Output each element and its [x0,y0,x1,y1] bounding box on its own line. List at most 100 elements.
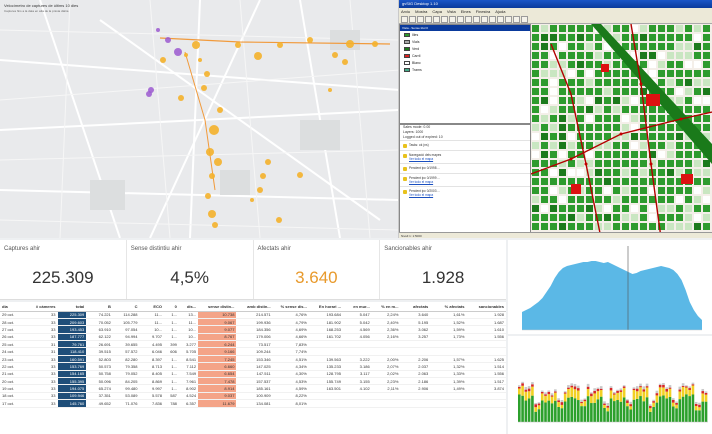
event-link[interactable]: Ver todo el mapa [409,193,440,197]
bar-segment[interactable] [603,407,606,422]
area-series[interactable] [522,261,702,330]
bar-segment[interactable] [544,402,547,422]
hourly-area-chart[interactable] [508,240,712,334]
bar-segment[interactable] [557,402,560,407]
bar-segment[interactable] [685,386,688,388]
capture-point-marker[interactable] [209,173,215,179]
legend-item[interactable]: Illes [400,31,530,38]
bar-segment[interactable] [599,388,603,391]
bar-segment[interactable] [613,393,616,395]
bar-segment[interactable] [540,391,544,394]
bar-segment[interactable] [616,400,619,422]
bar-segment[interactable] [544,395,547,403]
bar-segment[interactable] [701,401,705,422]
bar-segment[interactable] [616,389,619,391]
legend-item[interactable]: Vials [400,38,530,45]
bar-segment[interactable] [635,391,639,399]
bar-segment[interactable] [675,401,678,403]
bar-segment[interactable] [609,387,613,391]
draw-icon[interactable] [505,16,512,23]
bar-segment[interactable] [586,389,590,397]
bar-segment[interactable] [576,390,580,401]
bar-segment[interactable] [642,401,646,422]
bar-segment[interactable] [573,383,577,387]
bar-segment[interactable] [606,411,610,422]
bar-segment[interactable] [590,403,593,422]
bar-segment[interactable] [547,390,551,392]
bar-segment[interactable] [544,392,547,395]
bar-segment[interactable] [596,387,600,389]
bar-segment[interactable] [576,388,580,391]
bar-segment[interactable] [671,402,675,407]
bar-segment[interactable] [668,388,672,397]
bar-segment[interactable] [678,399,682,422]
bar-segment[interactable] [524,391,528,401]
bar-segment[interactable] [609,386,613,388]
bar-segment[interactable] [554,400,557,422]
capture-point-marker-alt[interactable] [174,48,182,56]
bar-segment[interactable] [632,390,636,400]
bar-segment[interactable] [642,389,646,392]
bar-segment[interactable] [685,385,688,387]
table-row[interactable]: 22 oct. 33 153.769 50.573 79.358 8.713 1... 7.1… [0,362,506,371]
bar-segment[interactable] [688,389,691,397]
bar-segment[interactable] [527,391,531,399]
bar-segment[interactable] [540,393,544,401]
bar-segment[interactable] [639,387,642,397]
column-header[interactable]: dis... [178,302,199,312]
bar-segment[interactable] [531,395,534,422]
capture-point-marker[interactable] [276,217,282,223]
bar-segment[interactable] [518,385,521,387]
bar-segment[interactable] [547,400,551,422]
bar-segment[interactable] [629,401,632,405]
bar-segment[interactable] [540,400,544,422]
bar-segment[interactable] [609,398,613,422]
bar-segment[interactable] [567,387,570,390]
bar-segment[interactable] [606,402,610,406]
bar-segment[interactable] [691,385,695,395]
bar-segment[interactable] [698,410,701,422]
bar-segment[interactable] [694,410,698,422]
capture-map-panel[interactable]: Velocímetro de captures de últims 10 die… [0,0,399,238]
bar-segment[interactable] [531,382,534,385]
bar-segment[interactable] [570,396,574,422]
bar-segment[interactable] [603,403,606,405]
bar-segment[interactable] [698,402,701,405]
menu-item-arxiu[interactable]: Arxiu [401,8,410,15]
bar-segment[interactable] [701,388,705,392]
bar-segment[interactable] [576,400,580,422]
bar-segment[interactable] [639,386,642,388]
bar-segment[interactable] [537,405,541,410]
bar-segment[interactable] [576,385,580,389]
capture-point-marker[interactable] [198,58,202,62]
bar-segment[interactable] [685,394,688,422]
bar-segment[interactable] [665,391,669,399]
column-header[interactable]: % en m... [371,302,401,312]
bar-segment[interactable] [671,398,675,400]
bar-segment[interactable] [639,383,642,387]
bar-segment[interactable] [557,406,560,422]
column-header[interactable]: sancionables [466,302,506,312]
capture-point-marker[interactable] [307,37,313,43]
layer-legend[interactable]: Vista - Sense títol 0 Illes Vials Verd C… [399,24,531,124]
bar-segment[interactable] [593,402,596,422]
bar-segment[interactable] [681,385,685,387]
bar-segment[interactable] [603,401,606,404]
bar-segment[interactable] [537,402,541,404]
bar-segment[interactable] [593,393,596,403]
bar-segment[interactable] [573,389,577,399]
bar-segment[interactable] [570,385,574,388]
bar-segment[interactable] [570,383,574,386]
bar-segment[interactable] [586,383,590,387]
bar-segment[interactable] [518,394,521,422]
column-header[interactable]: dia [0,302,28,312]
bar-segment[interactable] [593,390,596,394]
bar-segment[interactable] [560,408,564,422]
bar-segment[interactable] [668,387,672,389]
bar-segment[interactable] [678,386,682,390]
bar-segment[interactable] [694,401,698,404]
capture-point-marker[interactable] [260,173,266,179]
table-row[interactable]: 20 oct. 33 155.395 50.096 84.205 8.869 1... 7.9… [0,377,506,386]
message-panel[interactable]: Sales mode: 0.00 Layers: 1000 Logged out… [399,124,531,238]
bar-segment[interactable] [583,399,587,402]
